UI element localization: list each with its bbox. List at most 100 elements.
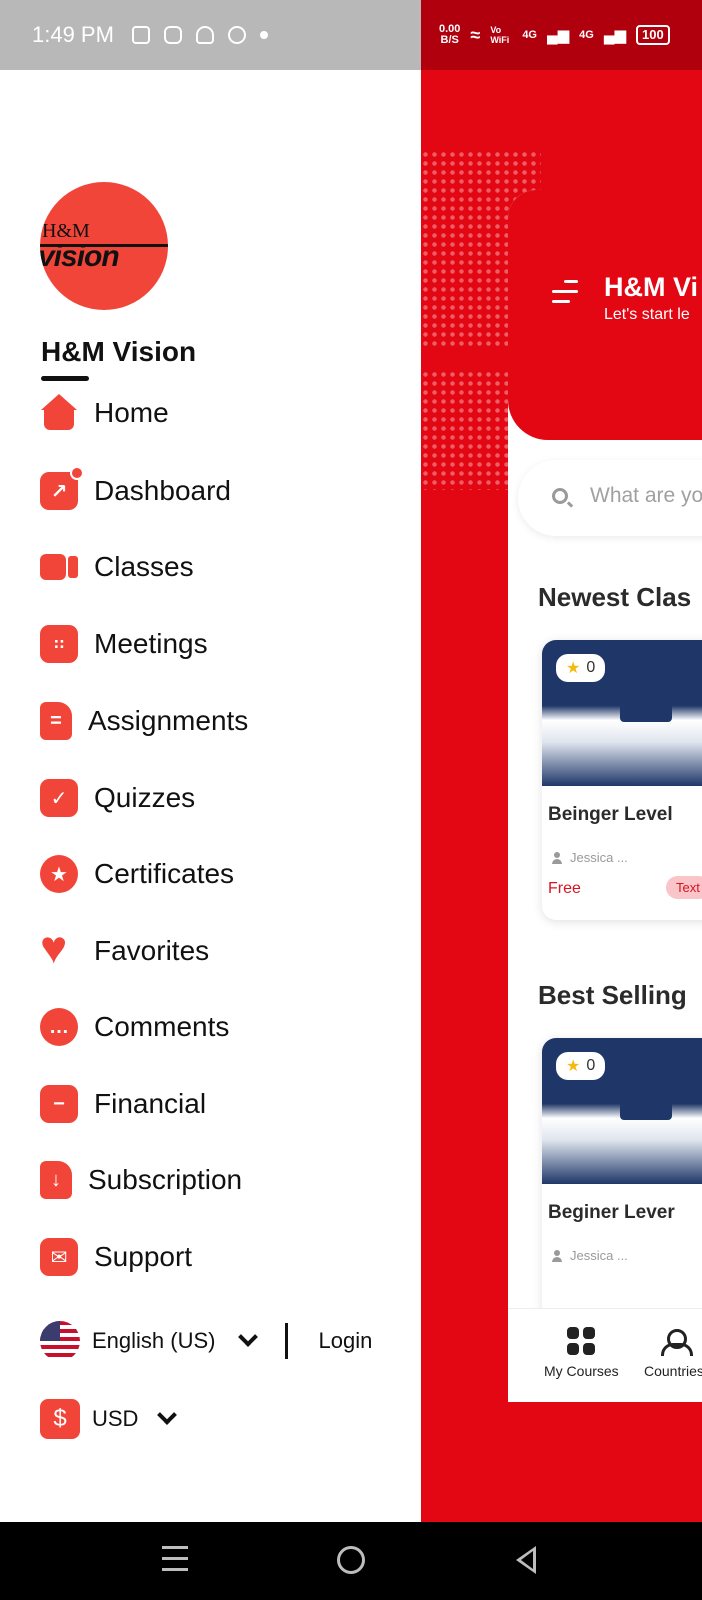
app-subtitle: Let's start le — [604, 306, 690, 323]
menu-item-label: Quizzes — [94, 782, 196, 813]
comment-icon: … — [40, 1008, 78, 1046]
check-icon: ✓ — [40, 779, 78, 817]
home-button-icon[interactable] — [337, 1546, 365, 1574]
download-icon: ↓ — [40, 1161, 72, 1199]
language-selector[interactable]: English (US) — [92, 1328, 215, 1354]
net-speed: 0.00 B/S — [439, 24, 460, 46]
star-icon: ★ — [566, 660, 581, 677]
nav-label: Countries — [644, 1363, 702, 1379]
menu-item-quizzes[interactable]: ✓ Quizzes — [40, 773, 195, 823]
menu-item-label: Certificates — [94, 858, 235, 889]
chevron-down-icon[interactable] — [157, 1405, 178, 1425]
author-name: Jessica ... — [570, 850, 628, 865]
vowifi-label: Vo WiFi — [490, 25, 510, 45]
recent-apps-icon[interactable] — [162, 1546, 188, 1579]
mail-icon: ✉ — [40, 1238, 78, 1276]
course-card[interactable]: ★ 0 Beinger Level Jessica ... Free Text — [542, 640, 702, 920]
menu-item-label: Home — [94, 397, 169, 428]
search-icon — [552, 488, 568, 504]
app-header: H&M Vi Let's start le — [508, 190, 702, 440]
menu-item-assignments[interactable]: = Assignments — [40, 696, 248, 746]
rating-value: 0 — [586, 1057, 596, 1074]
menu-item-favorites[interactable]: Favorites — [40, 924, 210, 976]
course-title: Beinger Level — [548, 804, 673, 825]
menu-item-subscription[interactable]: ↓ Subscription — [40, 1155, 242, 1205]
logo-text-bottom: vision — [40, 240, 120, 273]
more-notifications-icon — [259, 31, 268, 39]
signal-bars-icon-1: ▄▆ — [547, 27, 570, 44]
menu-item-label: Classes — [94, 551, 194, 582]
currency-row: $ USD — [40, 1398, 178, 1440]
divider — [285, 1323, 289, 1359]
menu-item-comments[interactable]: … Comments — [40, 1002, 229, 1052]
net-speed-unit: B/S — [440, 34, 459, 46]
menu-item-financial[interactable]: − Financial — [40, 1079, 206, 1129]
brand-logo: H&M vision — [40, 182, 168, 310]
course-type-badge: Text — [666, 876, 702, 899]
menu-item-label: Subscription — [88, 1164, 243, 1195]
user-icon — [552, 1249, 562, 1262]
battery-icon: 100 — [636, 25, 670, 45]
brand-name: H&M Vision — [41, 336, 197, 367]
menu-item-label: Meetings — [94, 628, 208, 659]
wallet-icon: − — [40, 1085, 78, 1123]
rating-badge: ★ 0 — [556, 654, 606, 682]
wifi-icon: ≈ — [470, 24, 481, 45]
document-icon: = — [40, 702, 72, 740]
course-author: Jessica ... — [552, 850, 628, 865]
menu-item-meetings[interactable]: ∷ Meetings — [40, 619, 208, 669]
menu-item-label: Assignments — [88, 705, 249, 736]
menu-item-dashboard[interactable]: ↗ Dashboard — [40, 466, 231, 516]
menu-item-label: Comments — [94, 1011, 230, 1042]
search-placeholder: What are you — [590, 484, 702, 507]
snapchat-icon — [195, 26, 214, 44]
home-icon — [40, 394, 78, 432]
video-icon — [40, 548, 78, 586]
user-icon — [552, 851, 562, 864]
menu-item-support[interactable]: ✉ Support — [40, 1232, 192, 1282]
chart-icon: ↗ — [40, 466, 84, 510]
status-bar-left: 1:49 PM — [0, 0, 421, 70]
menu-item-label: Support — [94, 1241, 193, 1272]
certificate-icon: ★ — [40, 855, 78, 893]
navigation-drawer: H&M vision H&M Vision Home ↗ Dashboard C… — [0, 70, 421, 1522]
instagram-icon — [163, 26, 182, 44]
author-name: Jessica ... — [570, 1248, 628, 1263]
nav-my-courses[interactable]: My Courses — [544, 1327, 619, 1379]
menu-item-label: Dashboard — [94, 475, 231, 506]
system-navigation-bar — [0, 1522, 702, 1600]
signal-icon-2: 4G — [579, 29, 594, 41]
rating-badge: ★ 0 — [556, 1052, 606, 1080]
currency-selector[interactable]: USD — [92, 1406, 138, 1432]
section-title-best-selling: Best Selling — [538, 980, 687, 1010]
dollar-icon: $ — [40, 1399, 80, 1439]
menu-item-certificates[interactable]: ★ Certificates — [40, 849, 234, 899]
rating-value: 0 — [586, 659, 596, 676]
back-icon[interactable] — [516, 1546, 536, 1574]
heart-icon — [40, 924, 78, 970]
background-app: H&M Vi Let's start le What are you Newes… — [421, 70, 702, 1522]
signal-bars-icon-2: ▄▆ — [603, 27, 627, 44]
menu-item-home[interactable]: Home — [40, 388, 169, 438]
brand-underline — [41, 376, 89, 381]
chevron-down-icon[interactable] — [238, 1327, 259, 1347]
app-title: H&M Vi — [604, 272, 699, 302]
grid-icon — [567, 1327, 596, 1355]
status-bar-right: 0.00 B/S ≈ Vo WiFi 4G ▄▆ 4G ▄▆ 100 — [421, 0, 702, 70]
menu-item-label: Favorites — [94, 935, 210, 966]
nav-countries[interactable]: Countries — [644, 1327, 702, 1379]
us-flag-icon — [40, 1321, 80, 1361]
menu-item-label: Financial — [94, 1088, 207, 1119]
menu-item-classes[interactable]: Classes — [40, 542, 194, 592]
bottom-navigation: My Courses Countries — [508, 1308, 702, 1402]
course-card[interactable]: ★ 0 Beginer Lever Jessica ... — [542, 1038, 702, 1318]
star-icon: ★ — [566, 1058, 581, 1075]
language-row: English (US) Login — [40, 1316, 372, 1366]
chat-icon — [227, 26, 246, 44]
notification-icon — [131, 26, 150, 44]
section-title-newest: Newest Clas — [538, 582, 692, 612]
login-button[interactable]: Login — [318, 1328, 372, 1354]
course-price: Free — [548, 880, 581, 897]
menu-icon[interactable] — [552, 280, 578, 310]
search-input[interactable]: What are you — [518, 460, 702, 536]
